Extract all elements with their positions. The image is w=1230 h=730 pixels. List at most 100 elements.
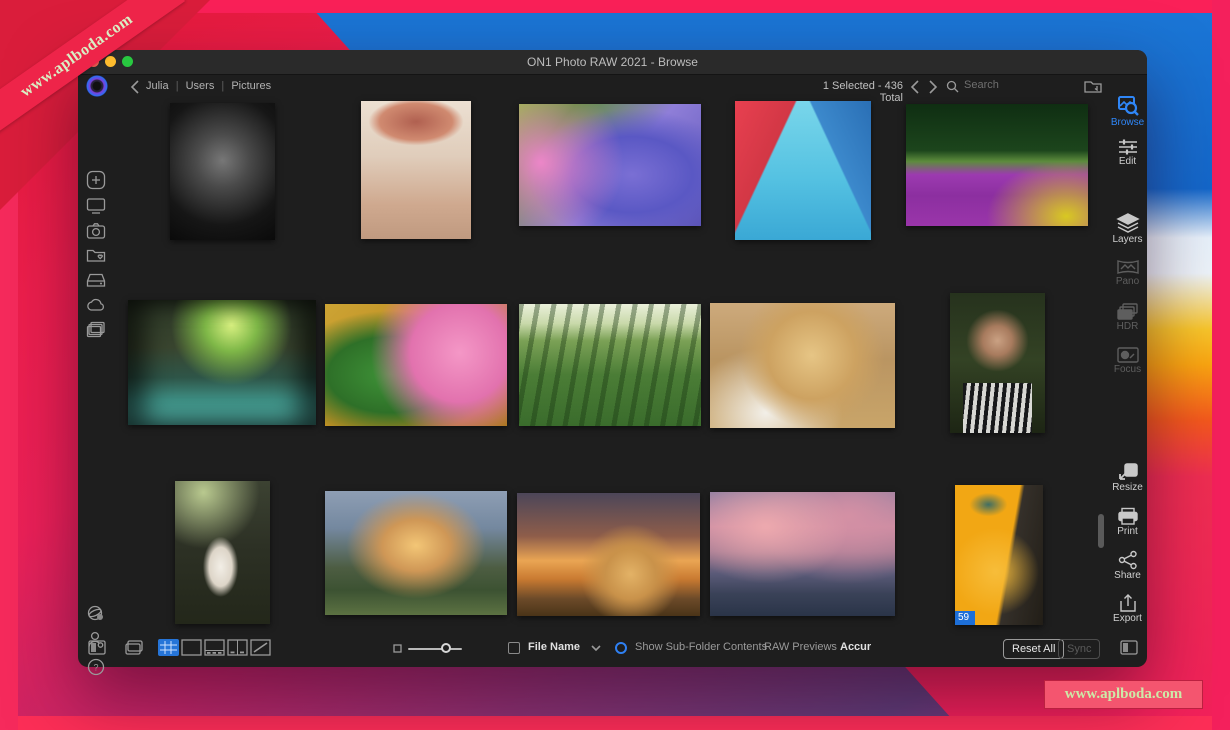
photo-thumbnail[interactable] — [735, 101, 871, 240]
cloud-icon[interactable] — [86, 297, 106, 313]
breadcrumb-separator: | — [176, 80, 179, 92]
module-edit[interactable]: Edit — [1108, 138, 1147, 167]
breadcrumb-item-users[interactable]: Users — [186, 80, 215, 92]
titlebar[interactable]: ON1 Photo RAW 2021 - Browse — [78, 50, 1147, 75]
grid-scrollbar-thumb[interactable] — [1098, 514, 1104, 548]
photo-thumbnail[interactable] — [519, 104, 701, 226]
watermark-badge: www.aplboda.com — [1044, 680, 1203, 709]
thumbnail-size-icon — [393, 644, 402, 653]
preview-quality-value[interactable]: Accurate — [840, 641, 871, 653]
module-edit-label: Edit — [1108, 156, 1147, 167]
sort-field-label[interactable]: File Name — [528, 641, 580, 653]
action-print-label: Print — [1108, 526, 1147, 537]
photo-thumbnail[interactable] — [906, 104, 1088, 226]
add-source-icon[interactable] — [86, 170, 106, 190]
zoom-traffic-light[interactable] — [122, 56, 133, 67]
show-subfolder-radio[interactable] — [615, 642, 627, 654]
bottom-toolbar: File Name Show Sub-Folder Contents RAW P… — [78, 635, 1147, 667]
folder-icon[interactable] — [1083, 78, 1103, 95]
breadcrumb-separator: | — [221, 80, 224, 92]
app-window: ON1 Photo RAW 2021 - Browse Julia | User… — [78, 50, 1147, 667]
show-subfolder-label[interactable]: Show Sub-Folder Contents — [635, 641, 767, 653]
camera-icon[interactable] — [86, 222, 106, 240]
thumbnail-size-slider-track[interactable] — [408, 648, 462, 650]
breadcrumb-item-julia[interactable]: Julia — [146, 80, 169, 92]
share-icon — [1118, 550, 1138, 570]
local-drive-icon[interactable] — [86, 272, 106, 289]
striped-shirt-detail — [963, 383, 1031, 433]
module-pano-label: Pano — [1108, 276, 1147, 287]
module-browse[interactable]: Browse — [1108, 95, 1147, 128]
focus-icon — [1116, 346, 1140, 364]
albums-icon[interactable] — [86, 321, 106, 339]
resize-icon — [1117, 462, 1139, 482]
module-layers-label: Layers — [1108, 234, 1147, 245]
module-layers[interactable]: Layers — [1108, 212, 1147, 245]
view-filmstrip-icon[interactable] — [204, 639, 225, 656]
layers-icon — [1116, 212, 1140, 234]
action-export[interactable]: Export — [1108, 593, 1147, 624]
sync-globe-icon[interactable] — [86, 604, 106, 624]
header-bar: Julia | Users | Pictures 1 Selected - 43… — [78, 74, 1147, 102]
photo-thumbnail[interactable] — [325, 304, 507, 426]
sort-dropdown-chevron-icon[interactable] — [590, 644, 602, 652]
thumbnail-size-slider-knob[interactable] — [441, 643, 451, 653]
frame-strip-right — [1212, 0, 1230, 730]
search-icon — [946, 80, 960, 94]
minimize-traffic-light[interactable] — [105, 56, 116, 67]
sort-checkbox[interactable] — [508, 642, 520, 654]
sync-button[interactable]: Sync — [1058, 639, 1100, 659]
breadcrumb: Julia | Users | Pictures — [146, 80, 271, 92]
selected-filename-badge: 59 — [955, 611, 975, 625]
photo-thumbnail[interactable] — [517, 493, 700, 616]
photo-thumbnail[interactable] — [128, 300, 316, 425]
watermark-badge-text: www.aplboda.com — [1065, 686, 1183, 703]
export-icon — [1118, 593, 1138, 613]
print-icon — [1117, 507, 1139, 526]
prev-photo-icon[interactable] — [910, 79, 920, 95]
photo-thumbnail[interactable] — [710, 492, 895, 616]
edit-icon — [1117, 138, 1139, 156]
cataloged-folder-icon[interactable] — [86, 247, 106, 264]
view-quick-slideshow-icon[interactable] — [250, 639, 271, 656]
action-print[interactable]: Print — [1108, 507, 1147, 537]
hdr-icon — [1116, 302, 1140, 321]
view-compare-icon[interactable] — [227, 639, 248, 656]
module-pano[interactable]: Pano — [1108, 258, 1147, 287]
photo-thumbnail[interactable] — [950, 293, 1045, 433]
action-resize-label: Resize — [1108, 482, 1147, 493]
module-browse-label: Browse — [1108, 117, 1147, 128]
action-export-label: Export — [1108, 613, 1147, 624]
photo-thumbnail[interactable] — [361, 101, 471, 239]
next-photo-icon[interactable] — [928, 79, 938, 95]
stacks-icon[interactable] — [124, 639, 144, 656]
left-rail: ? — [78, 102, 108, 667]
photo-thumbnail[interactable] — [175, 481, 270, 624]
breadcrumb-item-pictures[interactable]: Pictures — [231, 80, 271, 92]
photo-thumbnail[interactable] — [710, 303, 895, 428]
raw-previews-label: RAW Previews — [764, 641, 837, 653]
module-focus[interactable]: Focus — [1108, 346, 1147, 375]
frame-strip-bottom — [0, 716, 1230, 730]
action-share[interactable]: Share — [1108, 550, 1147, 581]
module-hdr[interactable]: HDR — [1108, 302, 1147, 332]
window-title: ON1 Photo RAW 2021 - Browse — [78, 50, 1147, 74]
pano-icon — [1116, 258, 1140, 276]
on1-logo-icon[interactable] — [86, 75, 108, 97]
photo-thumbnail[interactable] — [170, 103, 275, 240]
screenshot-canvas: ON1 Photo RAW 2021 - Browse Julia | User… — [0, 0, 1230, 730]
photo-thumbnail[interactable] — [519, 304, 701, 426]
photo-thumbnail selected-photo[interactable]: 59 — [955, 485, 1043, 625]
photo-thumbnail[interactable] — [325, 491, 507, 615]
computer-icon[interactable] — [86, 197, 106, 215]
view-grid-icon[interactable] — [158, 639, 179, 656]
browse-icon — [1116, 95, 1140, 117]
back-chevron-icon[interactable] — [130, 79, 140, 95]
module-focus-label: Focus — [1108, 364, 1147, 375]
reset-all-button[interactable]: Reset All — [1003, 639, 1064, 659]
action-resize[interactable]: Resize — [1108, 462, 1147, 493]
left-panel-toggle-icon[interactable] — [88, 640, 106, 655]
search-input[interactable] — [962, 78, 1036, 92]
view-photo-icon[interactable] — [181, 639, 202, 656]
right-panel-toggle-icon[interactable] — [1120, 640, 1138, 655]
